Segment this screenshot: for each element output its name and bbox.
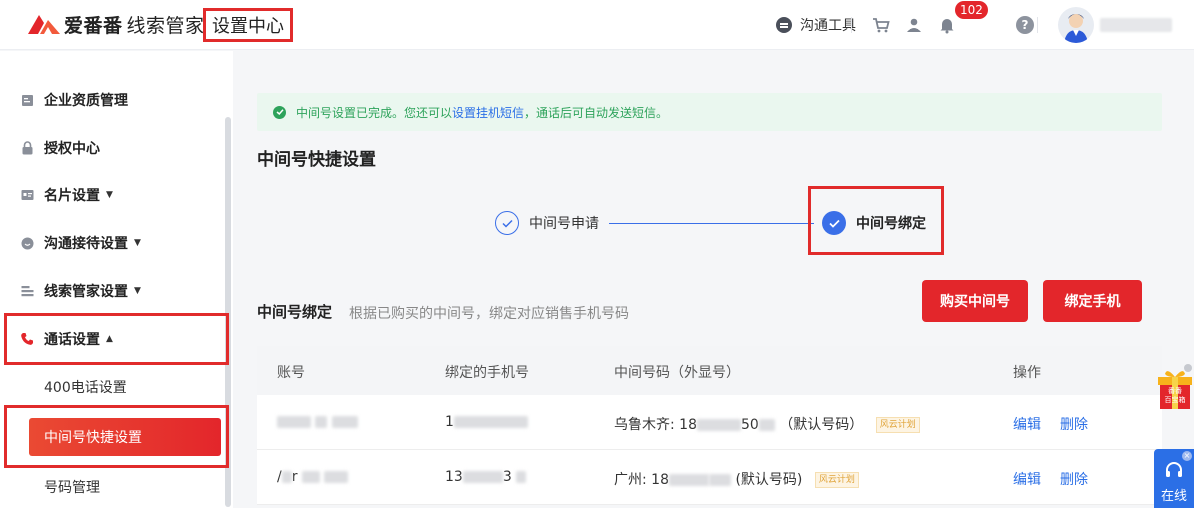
brand-logo[interactable]: 爱番番 线索管家	[26, 11, 205, 37]
column-header: 账号	[277, 365, 305, 381]
close-icon[interactable]: ×	[1182, 451, 1192, 461]
edit-link[interactable]: 编辑	[1013, 414, 1041, 434]
notification-badge: 102	[955, 1, 988, 19]
check-circle-icon	[273, 105, 286, 119]
treasure-box-button[interactable]: 番番 百宝箱	[1155, 363, 1194, 411]
chevron-down-icon: ▼	[134, 238, 141, 248]
table-row: 1 乌鲁木齐: 18 50 （默认号码） 风云计划 编辑 删除	[257, 395, 1162, 450]
check-icon	[495, 211, 519, 235]
account-cell: / r	[277, 469, 349, 485]
chevron-down-icon: ▼	[106, 190, 113, 200]
headset-icon	[1166, 462, 1182, 477]
table-header: 账号 绑定的手机号 中间号码（外显号） 操作	[257, 346, 1162, 395]
sidebar-item-reception[interactable]: 沟通接待设置 ▼	[0, 226, 225, 260]
highlight-box	[4, 405, 229, 468]
delete-link[interactable]: 删除	[1060, 469, 1088, 489]
step-label: 中间号申请	[529, 216, 599, 232]
delete-link[interactable]: 删除	[1060, 414, 1088, 434]
card-icon	[20, 188, 34, 202]
sidebar-sub-number-manage[interactable]: 号码管理	[0, 470, 225, 504]
header-divider	[1037, 17, 1038, 33]
chat-icon	[776, 17, 792, 33]
online-label: 在线	[1160, 489, 1187, 504]
page-title: 中间号快捷设置	[257, 150, 376, 170]
bind-section-desc: 根据已购买的中间号，绑定对应销售手机号码	[349, 306, 629, 322]
column-header: 操作	[1013, 365, 1041, 381]
cart-icon[interactable]	[871, 15, 891, 35]
table-row: / r 13 3 广州: 18 (默认号码) 风云计划 编辑 删除	[257, 450, 1162, 505]
header-divider	[851, 17, 852, 33]
sidebar-item-leads-settings[interactable]: 线索管家设置 ▼	[0, 274, 225, 308]
sidebar-item-qualification[interactable]: 企业资质管理	[0, 83, 225, 117]
bind-phone-button[interactable]: 绑定手机	[1043, 280, 1142, 322]
bind-section-title: 中间号绑定	[257, 303, 333, 321]
gift-label-1: 番番	[1168, 387, 1182, 395]
brand-name: 爱番番	[64, 14, 123, 37]
sms-settings-link[interactable]: 设置挂机短信	[452, 104, 524, 121]
virtual-number-cell: 广州: 18 (默认号码) 风云计划	[614, 469, 859, 489]
plan-tag: 风云计划	[875, 417, 920, 433]
plan-tag: 风云计划	[814, 472, 859, 488]
column-header: 中间号码（外显号）	[614, 365, 740, 381]
list-icon	[20, 284, 34, 298]
notice-prefix: 中间号设置已完成。您还可以	[296, 105, 453, 120]
online-chat-button[interactable]: × 在线	[1154, 449, 1194, 508]
user-manage-icon[interactable]	[904, 15, 924, 35]
avatar[interactable]	[1058, 7, 1094, 43]
step-bind: 中间号绑定	[822, 211, 926, 235]
step-apply: 中间号申请	[495, 211, 599, 235]
buy-number-button[interactable]: 购买中间号	[922, 280, 1028, 322]
lock-icon	[20, 141, 34, 155]
edit-link[interactable]: 编辑	[1013, 469, 1041, 489]
sidebar-item-label: 名片设置	[44, 188, 100, 204]
column-header: 绑定的手机号	[445, 365, 529, 381]
comm-tool-label: 沟通工具	[800, 18, 856, 34]
chat-icon	[20, 236, 34, 250]
document-icon	[20, 93, 34, 107]
phone-cell: 1	[445, 414, 528, 430]
product-name: 线索管家	[126, 14, 205, 37]
step-label: 中间号绑定	[856, 216, 926, 232]
check-icon	[822, 211, 846, 235]
notice-suffix: ，通话后可自动发送短信。	[524, 105, 669, 120]
gift-label-2: 百宝箱	[1164, 396, 1186, 404]
section-title[interactable]: 设置中心	[203, 8, 293, 42]
chevron-down-icon: ▼	[134, 286, 141, 296]
success-notice: 中间号设置已完成。您还可以 设置挂机短信 ，通话后可自动发送短信。	[257, 93, 1162, 131]
sidebar-item-authorization[interactable]: 授权中心	[0, 131, 225, 165]
highlight-box	[4, 313, 229, 365]
sidebar-sub-400-phone[interactable]: 400电话设置	[0, 370, 225, 404]
account-redacted	[277, 414, 358, 430]
help-icon[interactable]: ?	[1016, 16, 1034, 34]
sidebar-item-label: 授权中心	[44, 141, 100, 157]
sidebar-item-label: 线索管家设置	[44, 284, 128, 300]
sidebar-item-label: 企业资质管理	[44, 93, 128, 109]
sidebar-item-business-card[interactable]: 名片设置 ▼	[0, 178, 225, 212]
brand-logo-icon	[28, 15, 60, 34]
sidebar: 企业资质管理 授权中心 名片设置 ▼ 沟通接待设置 ▼ 线索管家设置 ▼ 通话设…	[0, 51, 233, 508]
top-header: 爱番番 线索管家 设置中心 沟通工具 102 ?	[0, 0, 1194, 50]
bell-icon[interactable]	[937, 15, 957, 35]
user-name-redacted[interactable]	[1100, 18, 1172, 32]
bind-table: 账号 绑定的手机号 中间号码（外显号） 操作 1 乌鲁木齐: 18 50 （默认号…	[257, 346, 1162, 505]
comm-tool-menu[interactable]: 沟通工具	[776, 0, 856, 50]
virtual-number-cell: 乌鲁木齐: 18 50 （默认号码） 风云计划	[614, 414, 920, 434]
phone-cell: 13 3	[445, 469, 527, 485]
sidebar-item-label: 沟通接待设置	[44, 236, 128, 252]
step-connector	[609, 223, 814, 224]
